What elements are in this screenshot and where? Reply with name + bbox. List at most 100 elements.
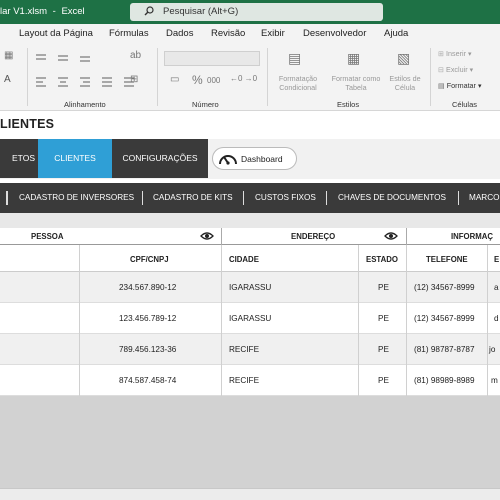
tab-produtos[interactable]: ETOS [0, 139, 38, 178]
column-divider [358, 245, 359, 396]
nav-marco[interactable]: MARCO [469, 193, 499, 202]
comma-style-button[interactable]: 000 [207, 76, 220, 85]
worksheet: LIENTES ETOS CLIENTES CONFIGURAÇÕES Dash… [0, 111, 500, 500]
wrap-text-icon[interactable]: ab [130, 50, 141, 61]
cell-cpf: 234.567.890-12 [119, 283, 177, 292]
empty-grey-area [0, 396, 500, 488]
sub-navigation: CADASTRO DE INVERSORES CADASTRO DE KITS … [0, 183, 500, 213]
tab-clientes[interactable]: CLIENTES [38, 139, 112, 178]
tab-review[interactable]: Revisão [211, 28, 245, 39]
nav-separator [243, 191, 244, 205]
app-name: Excel [61, 6, 85, 17]
section-divider [406, 228, 407, 245]
borders-icon[interactable]: ▦ [4, 50, 13, 61]
ribbon-tabs: Layout da Página Fórmulas Dados Revisão … [0, 24, 500, 44]
group-label-cells: Células [452, 100, 478, 109]
section-header-row: PESSOA ENDEREÇO INFORMAÇ [0, 228, 500, 245]
section-pessoa: PESSOA [31, 232, 64, 241]
nav-separator [458, 191, 459, 205]
conditional-format-button[interactable]: Formatação Condicional [272, 74, 324, 92]
decimal-icons[interactable]: ←0 →0 [230, 74, 257, 83]
column-divider [406, 245, 407, 396]
number-format-dropdown[interactable] [164, 51, 260, 66]
section-divider [221, 228, 222, 245]
section-endereco: ENDEREÇO [291, 232, 336, 241]
nav-separator [326, 191, 327, 205]
cell-cidade: IGARASSU [229, 283, 272, 292]
title-bar: lar V1.xlsm - Excel Pesquisar (Alt+G) [0, 0, 500, 24]
tab-formulas[interactable]: Fórmulas [109, 28, 149, 39]
cell-estado: PE [378, 283, 389, 292]
insert-button[interactable]: ⊞ Inserir ▾ [438, 49, 472, 58]
title-separator: - [52, 6, 56, 17]
column-divider [487, 245, 488, 396]
col-cpf-cnpj: CPF/CNPJ [130, 255, 169, 264]
format-button[interactable]: ▤ Formatar ▾ [438, 81, 482, 90]
cell-estado: PE [378, 345, 389, 354]
table-row[interactable]: 234.567.890-12 IGARASSU PE (12) 34567-89… [0, 272, 500, 303]
cell-estado: PE [378, 314, 389, 323]
cell-telefone: (81) 98989-8989 [414, 376, 475, 385]
cell-cpf: 789.456.123-36 [119, 345, 177, 354]
nav-separator [142, 191, 143, 205]
table-row[interactable]: 874.587.458-74 RECIFE PE (81) 98989-8989… [0, 365, 500, 396]
search-box[interactable]: Pesquisar (Alt+G) [130, 3, 383, 21]
cell-email: jo [489, 345, 496, 354]
col-email: E [494, 255, 500, 264]
tab-page-layout[interactable]: Layout da Página [19, 28, 93, 39]
nav-separator [6, 191, 8, 205]
group-separator [27, 48, 28, 106]
gauge-icon [219, 155, 237, 165]
dashboard-label: Dashboard [241, 154, 283, 164]
currency-icon[interactable]: ▭ [170, 74, 179, 85]
group-separator [267, 48, 268, 106]
app-tabs: ETOS CLIENTES CONFIGURAÇÕES Dashboard [0, 139, 500, 179]
nav-custos-fixos[interactable]: CUSTOS FIXOS [255, 193, 316, 202]
tab-help[interactable]: Ajuda [384, 28, 408, 39]
cell-cidade: RECIFE [229, 345, 260, 354]
eye-icon[interactable] [384, 230, 398, 242]
tab-view[interactable]: Exibir [261, 28, 285, 39]
dashboard-button[interactable]: Dashboard [212, 147, 297, 170]
percent-button[interactable]: % [192, 73, 203, 87]
merge-center-icon[interactable]: ⊞ [130, 74, 138, 85]
page-title: LIENTES [0, 117, 55, 131]
group-label-number: Número [192, 100, 219, 109]
cell-telefone: (12) 34567-8999 [414, 314, 475, 323]
cell-styles-button[interactable]: Estilos de Célula [385, 74, 425, 92]
font-color-icon[interactable]: A [4, 74, 11, 85]
insert-label: Inserir [446, 49, 467, 58]
cell-telefone: (81) 98787-8787 [414, 345, 475, 354]
cell-telefone: (12) 34567-8999 [414, 283, 475, 292]
nav-cadastro-kits[interactable]: CADASTRO DE KITS [153, 193, 233, 202]
group-label-alignment: Alinhamento [64, 100, 106, 109]
eye-icon[interactable] [200, 230, 214, 242]
tab-developer[interactable]: Desenvolvedor [303, 28, 366, 39]
cell-estado: PE [378, 376, 389, 385]
cell-cpf: 123.456.789-12 [119, 314, 177, 323]
group-separator [430, 48, 431, 106]
col-cidade: CIDADE [229, 255, 259, 264]
table-row[interactable]: 123.456.789-12 IGARASSU PE (12) 34567-89… [0, 303, 500, 334]
format-as-table-button[interactable]: Formatar como Tabela [327, 74, 385, 92]
cell-cidade: RECIFE [229, 376, 260, 385]
sheet-bottom-bar [0, 488, 500, 500]
group-separator [157, 48, 158, 106]
col-telefone: TELEFONE [426, 255, 468, 264]
delete-button[interactable]: ⊟ Excluir ▾ [438, 65, 473, 74]
spacer-strip [0, 213, 500, 228]
nav-chaves-documentos[interactable]: CHAVES DE DOCUMENTOS [338, 193, 446, 202]
table-row[interactable]: 789.456.123-36 RECIFE PE (81) 98787-8787… [0, 334, 500, 365]
tab-data[interactable]: Dados [166, 28, 193, 39]
nav-cadastro-inversores[interactable]: CADASTRO DE INVERSORES [19, 193, 134, 202]
conditional-format-icon: ▤ [288, 50, 302, 66]
column-divider [79, 245, 80, 396]
column-divider [221, 245, 222, 396]
search-placeholder: Pesquisar (Alt+G) [163, 6, 239, 17]
group-label-styles: Estilos [337, 100, 360, 109]
tab-configuracoes[interactable]: CONFIGURAÇÕES [112, 139, 208, 178]
col-estado: ESTADO [366, 255, 398, 264]
section-informacoes: INFORMAÇ [451, 232, 494, 241]
ribbon: ▦ A ab ⊞ Alinhamento ▭ % 000 ←0 →0 Númer… [0, 44, 500, 111]
cell-cidade: IGARASSU [229, 314, 272, 323]
